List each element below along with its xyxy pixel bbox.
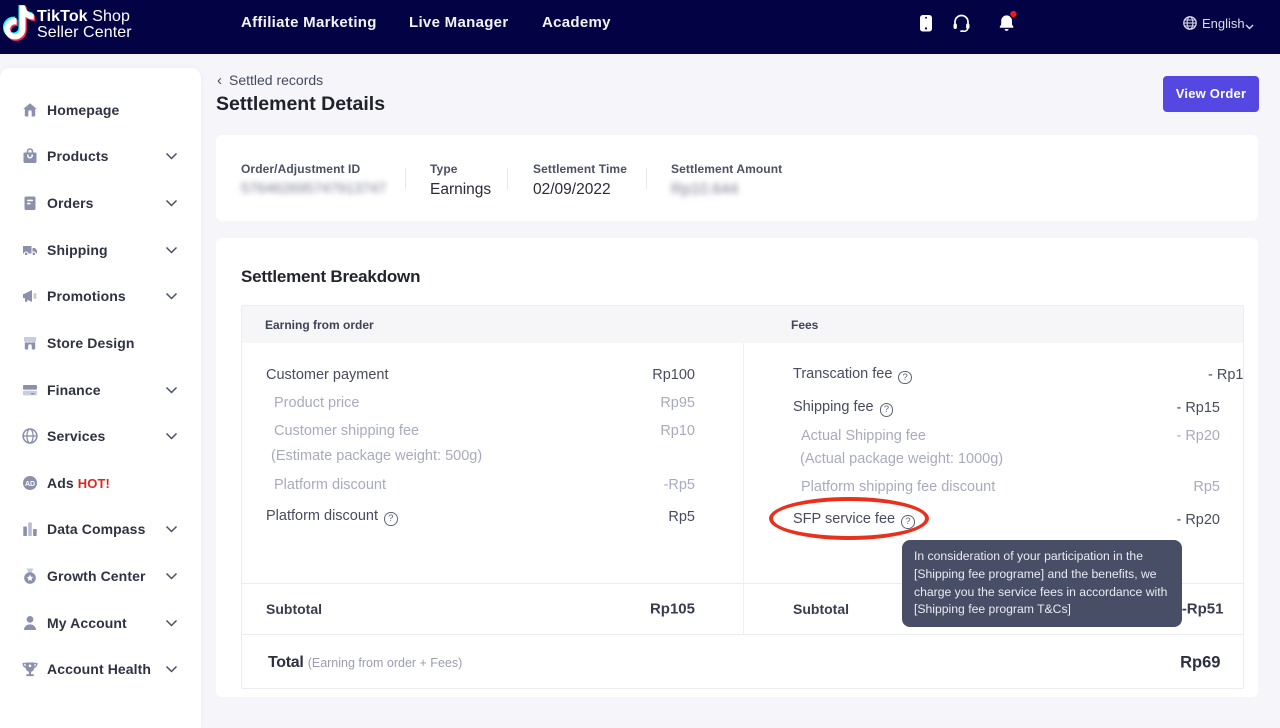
svg-text:AD: AD [25,481,35,488]
